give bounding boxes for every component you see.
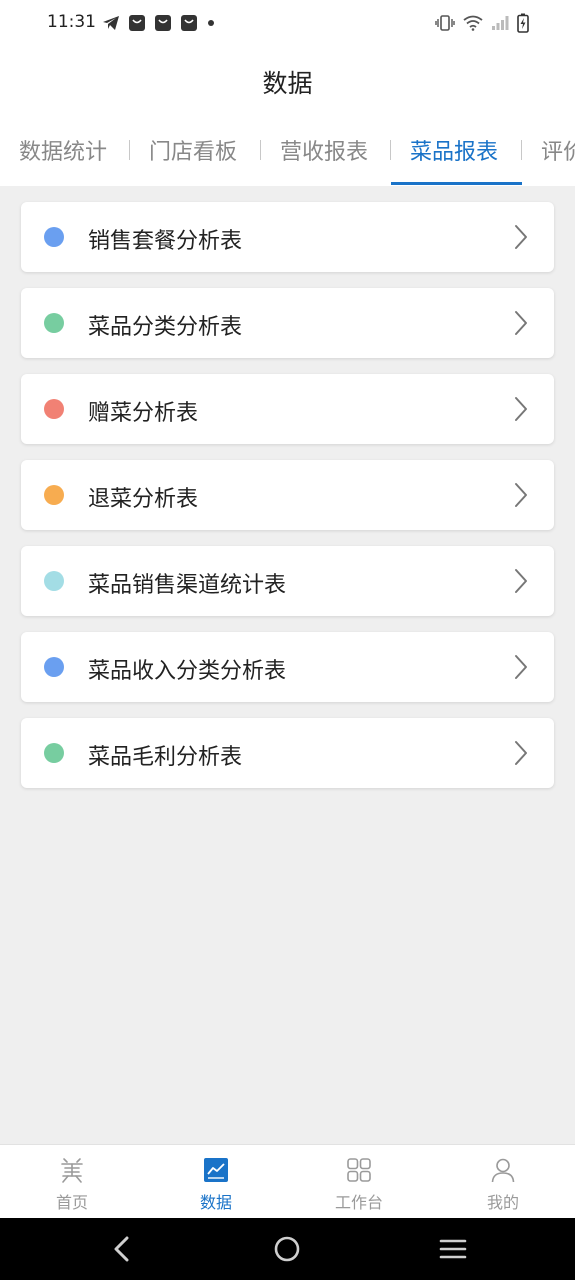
tab-store-board[interactable]: 门店看板 <box>149 134 237 166</box>
report-item-income-category[interactable]: 菜品收入分类分析表 <box>21 632 554 702</box>
status-left-icons <box>102 14 216 32</box>
report-item-dish-category[interactable]: 菜品分类分析表 <box>21 288 554 358</box>
wifi-icon <box>463 15 483 31</box>
report-item-label: 赠菜分析表 <box>88 401 199 426</box>
tab-separator <box>129 140 130 160</box>
report-item-package-sales[interactable]: 销售套餐分析表 <box>21 202 554 272</box>
tab-separator <box>521 140 522 160</box>
chart-icon <box>204 1158 228 1182</box>
user-icon <box>491 1158 515 1183</box>
chevron-right-icon <box>515 225 527 249</box>
report-item-label: 菜品销售渠道统计表 <box>88 573 287 598</box>
nav-workbench[interactable]: 工作台 <box>299 1145 419 1219</box>
top-area: 11:31 数据 数据统计 门店看板 营收报表 菜品报表 评价 <box>0 0 575 186</box>
chevron-right-icon <box>515 397 527 421</box>
vibrate-icon <box>435 15 455 31</box>
tab-separator <box>390 140 391 160</box>
status-right-icons <box>435 13 529 33</box>
status-dot <box>44 399 64 419</box>
status-dot <box>44 313 64 333</box>
signal-icon <box>492 16 509 30</box>
report-item-sales-channel[interactable]: 菜品销售渠道统计表 <box>21 546 554 616</box>
report-item-label: 菜品收入分类分析表 <box>88 659 287 684</box>
tab-dish-report[interactable]: 菜品报表 <box>410 134 498 166</box>
report-item-label: 销售套餐分析表 <box>88 229 243 254</box>
bag-icon <box>155 15 171 31</box>
home-logo-icon <box>61 1158 83 1183</box>
bottom-nav: 首页 数据 工作台 我的 <box>0 1144 575 1218</box>
report-item-gross-profit[interactable]: 菜品毛利分析表 <box>21 718 554 788</box>
tab-data-stats[interactable]: 数据统计 <box>19 134 107 166</box>
nav-label: 首页 <box>55 1193 88 1212</box>
report-item-label: 退菜分析表 <box>88 487 199 512</box>
dot-icon <box>208 20 214 26</box>
nav-mine[interactable]: 我的 <box>443 1145 563 1219</box>
nav-label: 工作台 <box>334 1193 383 1212</box>
status-bar: 11:31 <box>0 0 575 48</box>
nav-home[interactable]: 首页 <box>12 1145 132 1219</box>
chevron-right-icon <box>515 311 527 335</box>
report-item-label: 菜品毛利分析表 <box>88 745 243 770</box>
back-icon[interactable] <box>110 1235 134 1263</box>
menu-icon[interactable] <box>439 1235 467 1263</box>
report-item-label: 菜品分类分析表 <box>88 315 243 340</box>
nav-label: 数据 <box>199 1193 232 1212</box>
bag-icon <box>129 15 145 31</box>
chevron-right-icon <box>515 483 527 507</box>
status-time: 11:31 <box>47 12 96 32</box>
status-dot <box>44 743 64 763</box>
telegram-icon <box>103 16 119 30</box>
battery-charging-icon <box>517 13 529 33</box>
nav-label: 我的 <box>486 1193 519 1212</box>
status-dot <box>44 485 64 505</box>
tab-separator <box>260 140 261 160</box>
active-tab-indicator <box>391 182 522 185</box>
chevron-right-icon <box>515 741 527 765</box>
report-item-returned-dish[interactable]: 退菜分析表 <box>21 460 554 530</box>
tab-bar: 数据统计 门店看板 营收报表 菜品报表 评价 <box>0 120 575 186</box>
home-circle-icon[interactable] <box>273 1235 301 1263</box>
nav-data[interactable]: 数据 <box>156 1145 276 1219</box>
grid-icon <box>347 1158 371 1182</box>
chevron-right-icon <box>515 655 527 679</box>
status-dot <box>44 657 64 677</box>
tab-revenue-report[interactable]: 营收报表 <box>280 134 368 166</box>
status-dot <box>44 227 64 247</box>
tab-review[interactable]: 评价 <box>541 134 575 166</box>
status-dot <box>44 571 64 591</box>
report-item-gift-dish[interactable]: 赠菜分析表 <box>21 374 554 444</box>
bag-icon <box>181 15 197 31</box>
page-title: 数据 <box>262 69 313 98</box>
system-nav-bar <box>0 1218 575 1280</box>
chevron-right-icon <box>515 569 527 593</box>
